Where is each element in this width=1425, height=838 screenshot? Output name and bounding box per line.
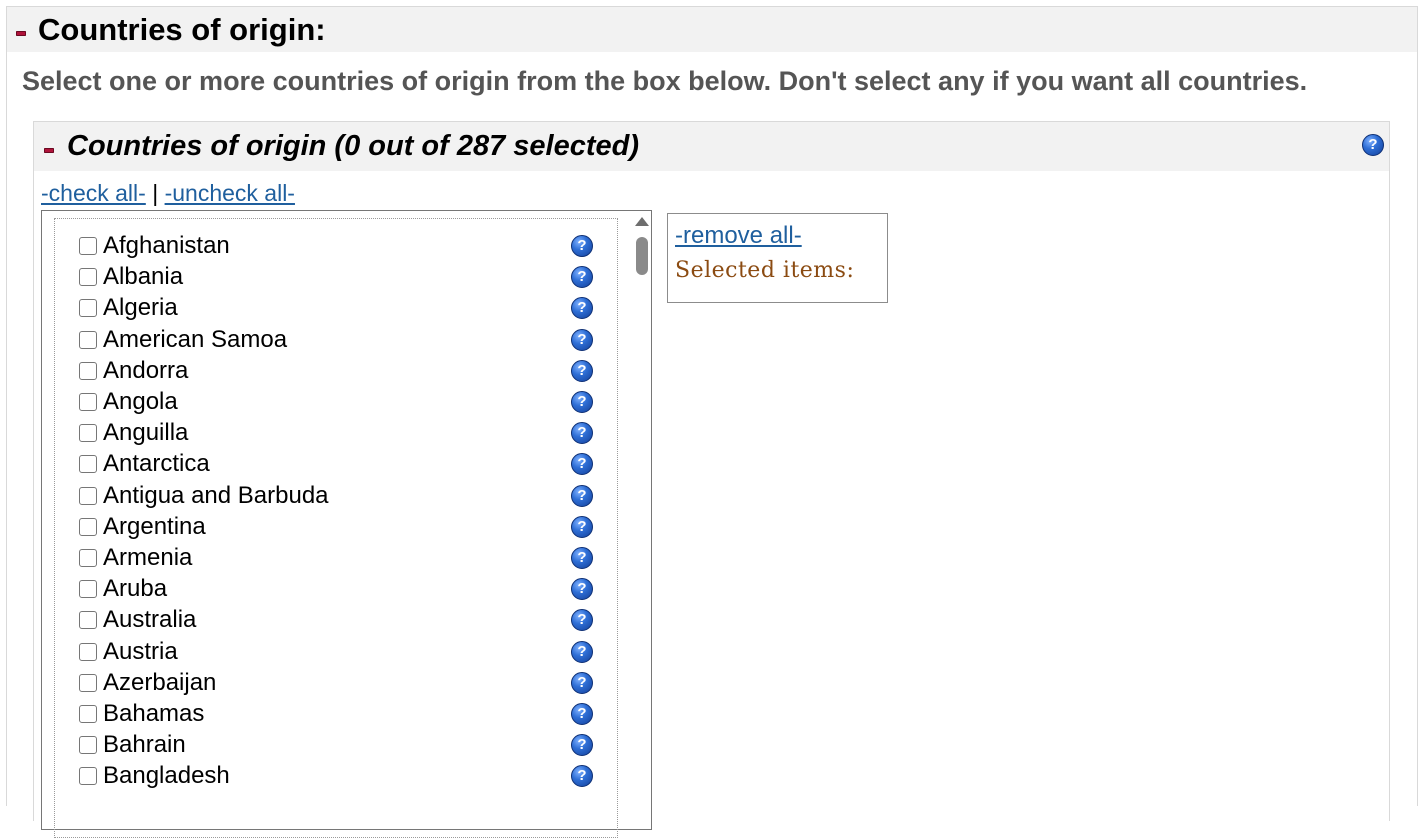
panel-header: Countries of origin:	[7, 7, 1417, 52]
help-icon[interactable]: ?	[571, 640, 593, 663]
country-list-box[interactable]: Afghanistan? Albania? Algeria? American Sam…	[41, 210, 652, 838]
link-separator: |	[152, 180, 159, 206]
country-checkbox[interactable]	[79, 517, 97, 536]
country-checkbox[interactable]	[79, 361, 97, 380]
country-checkbox[interactable]	[79, 580, 97, 599]
help-icon[interactable]: ?	[571, 765, 593, 788]
help-icon[interactable]: ?	[571, 578, 593, 601]
country-list-item[interactable]: Bangladesh?	[79, 762, 599, 793]
country-list-item[interactable]: Argentina?	[79, 513, 599, 544]
country-name: Armenia	[103, 544, 193, 571]
country-checkbox[interactable]	[79, 767, 97, 786]
country-list-item[interactable]: Azerbaijan?	[79, 669, 599, 700]
country-list-item[interactable]: Antarctica?	[79, 450, 599, 481]
country-checkbox[interactable]	[79, 736, 97, 755]
help-icon[interactable]: ?	[571, 297, 593, 320]
country-checkbox[interactable]	[79, 486, 97, 505]
selector-title: Countries of origin (0 out of 287 select…	[67, 130, 640, 162]
country-checkbox[interactable]	[79, 549, 97, 567]
help-icon[interactable]: ?	[571, 734, 593, 757]
help-icon[interactable]: ?	[571, 422, 593, 445]
scroll-thumb[interactable]	[636, 237, 648, 275]
help-icon[interactable]: ?	[571, 703, 593, 725]
help-icon[interactable]: ?	[571, 266, 593, 289]
country-name: Andorra	[103, 356, 189, 384]
country-name: Algeria	[103, 294, 178, 322]
country-list-item[interactable]: Anguilla?	[79, 419, 599, 450]
country-list: Afghanistan? Albania? Algeria? American Sam…	[54, 218, 618, 838]
country-checkbox[interactable]	[79, 611, 97, 630]
country-name: Azerbaijan	[103, 668, 217, 696]
check-links: -check all- | -uncheck all-	[41, 180, 295, 207]
country-name: Argentina	[103, 512, 206, 540]
country-list-item[interactable]: Armenia?	[79, 544, 599, 575]
help-icon[interactable]: ?	[571, 453, 593, 476]
countries-selector-panel: Countries of origin (0 out of 287 select…	[33, 121, 1390, 838]
country-checkbox[interactable]	[79, 330, 97, 349]
country-name: Afghanistan	[103, 232, 230, 259]
selected-items-label: Selected items:	[675, 258, 855, 283]
help-icon[interactable]: ?	[571, 547, 593, 569]
uncheck-all-link[interactable]: -uncheck all-	[165, 180, 295, 206]
country-name: Australia	[103, 606, 197, 634]
country-name: Aruba	[103, 575, 168, 603]
collapse-icon[interactable]	[16, 31, 26, 36]
country-list-item[interactable]: Andorra?	[79, 357, 599, 388]
country-name: Albania	[103, 263, 184, 291]
country-checkbox[interactable]	[79, 642, 97, 661]
country-name: American Samoa	[103, 325, 288, 353]
country-list-item[interactable]: Albania?	[79, 263, 599, 294]
help-icon[interactable]: ?	[571, 609, 593, 632]
country-checkbox[interactable]	[79, 237, 97, 255]
help-icon[interactable]: ?	[571, 515, 593, 538]
help-icon[interactable]: ?	[571, 391, 593, 413]
panel-title: Countries of origin:	[38, 12, 326, 47]
country-list-item[interactable]: Angola?	[79, 388, 599, 419]
country-list-item[interactable]: Antigua and Barbuda?	[79, 482, 599, 513]
country-checkbox[interactable]	[79, 424, 97, 443]
country-checkbox[interactable]	[79, 673, 97, 692]
country-list-item[interactable]: Bahamas?	[79, 700, 599, 731]
country-name: Bangladesh	[103, 762, 230, 790]
country-name: Angola	[103, 388, 178, 415]
help-icon[interactable]: ?	[571, 328, 593, 351]
country-list-item[interactable]: Austria?	[79, 638, 599, 669]
country-name: Anguilla	[103, 419, 189, 447]
remove-all-link[interactable]: -remove all-	[675, 222, 802, 250]
country-checkbox[interactable]	[79, 455, 97, 474]
list-scrollbar[interactable]	[633, 211, 651, 829]
help-icon[interactable]: ?	[571, 484, 593, 507]
selector-header: Countries of origin (0 out of 287 select…	[34, 122, 1389, 171]
country-list-item[interactable]: American Samoa?	[79, 326, 599, 357]
country-list-item[interactable]: Aruba?	[79, 575, 599, 606]
help-icon[interactable]: ?	[571, 235, 593, 257]
help-icon[interactable]: ?	[571, 359, 593, 382]
help-icon[interactable]: ?	[571, 671, 593, 694]
collapse-icon[interactable]	[44, 148, 54, 153]
country-checkbox[interactable]	[79, 393, 97, 411]
country-name: Bahrain	[103, 731, 186, 759]
country-name: Bahamas	[103, 700, 205, 727]
country-name: Antigua and Barbuda	[103, 481, 329, 509]
country-list-item[interactable]: Bahrain?	[79, 731, 599, 762]
scroll-up-arrow-icon[interactable]	[635, 217, 649, 226]
country-checkbox[interactable]	[79, 268, 97, 287]
country-list-item[interactable]: Afghanistan?	[79, 232, 599, 263]
country-name: Austria	[103, 637, 178, 665]
help-icon[interactable]: ?	[1362, 134, 1384, 156]
country-list-item[interactable]: Algeria?	[79, 294, 599, 325]
country-name: Antarctica	[103, 450, 210, 478]
countries-of-origin-panel: Countries of origin: Select one or more …	[6, 6, 1418, 838]
country-list-item[interactable]: Australia?	[79, 606, 599, 637]
selected-items-box: -remove all- Selected items:	[667, 213, 888, 303]
country-checkbox[interactable]	[79, 705, 97, 723]
instructions-text: Select one or more countries of origin f…	[22, 66, 1308, 96]
check-all-link[interactable]: -check all-	[41, 180, 146, 206]
country-checkbox[interactable]	[79, 299, 97, 318]
